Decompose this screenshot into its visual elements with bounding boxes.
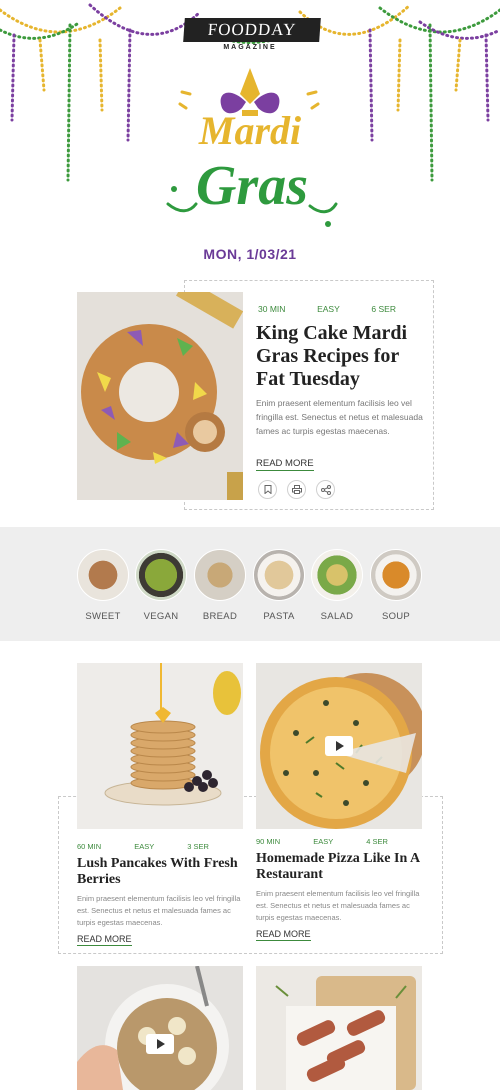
card-title[interactable]: Homemade Pizza Like In A Restaurant — [256, 851, 422, 883]
meta-servings: 4 SER — [366, 837, 388, 846]
category-label: SWEET — [85, 611, 121, 622]
share-icon[interactable] — [316, 480, 335, 499]
card-meta: 90 MIN EASY 4 SER — [256, 837, 388, 846]
category-soup[interactable]: SOUP — [370, 549, 422, 622]
category-label: BREAD — [202, 611, 238, 622]
mardi-gras-logo: Mardi Gras — [166, 68, 338, 227]
meta-level: EASY — [134, 842, 155, 851]
feature-description: Enim praesent elementum facilisis leo ve… — [256, 398, 423, 436]
oatmeal-image — [77, 965, 243, 1090]
category-label: VEGAN — [143, 611, 179, 622]
category-thumb — [135, 549, 187, 601]
meta-servings: 3 SER — [187, 842, 209, 851]
category-thumb — [370, 549, 422, 601]
category-sweet[interactable]: SWEET — [77, 549, 129, 622]
skewers-image[interactable] — [256, 966, 422, 1090]
card-title[interactable]: Lush Pancakes With Fresh Berries — [77, 856, 243, 888]
meta-time: 30 MIN — [258, 304, 286, 314]
play-icon — [336, 741, 344, 751]
category-bar: SWEET VEGAN BREAD PASTA SALAD SOUP — [0, 527, 500, 641]
oatmeal-image-container[interactable] — [77, 965, 243, 1090]
recipe-card: 60 MIN EASY 3 SER Lush Pancakes With Fre… — [77, 663, 243, 947]
print-icon[interactable] — [287, 480, 306, 499]
bookmark-icon[interactable] — [258, 480, 277, 499]
feature-title[interactable]: King Cake Mardi Gras Recipes for Fat Tue… — [256, 322, 426, 391]
recipe-card: 90 MIN EASY 4 SER Homemade Pizza Like In… — [256, 663, 426, 942]
feature-meta: 30 MIN EASY 6 SER — [258, 304, 396, 314]
king-cake-image[interactable] — [77, 292, 243, 500]
category-bread[interactable]: BREAD — [194, 549, 246, 622]
pizza-image-container[interactable] — [256, 663, 426, 829]
meta-time: 60 MIN — [77, 842, 102, 851]
category-thumb — [253, 549, 305, 601]
card-read-more-link[interactable]: READ MORE — [77, 934, 132, 946]
feature-article: 30 MIN EASY 6 SER King Cake Mardi Gras R… — [0, 280, 500, 528]
card-description: Enim praesent elementum facilisis leo ve… — [256, 889, 420, 922]
newsletter-page: { "brand": { "name": "FOODDAY", "sub": "… — [0, 0, 500, 1090]
feature-read-more-link[interactable]: READ MORE — [256, 458, 314, 471]
category-pasta[interactable]: PASTA — [253, 549, 305, 622]
card-description: Enim praesent elementum facilisis leo ve… — [77, 894, 241, 927]
meta-servings: 6 SER — [371, 304, 396, 314]
category-thumb — [311, 549, 363, 601]
category-label: SOUP — [381, 611, 411, 622]
feature-actions — [258, 480, 335, 499]
meta-time: 90 MIN — [256, 837, 281, 846]
category-thumb — [194, 549, 246, 601]
category-label: SALAD — [320, 611, 354, 622]
category-label: PASTA — [263, 611, 295, 622]
brand-subtitle: MAGAZINE — [223, 44, 277, 51]
card-read-more-link[interactable]: READ MORE — [256, 929, 311, 941]
play-video-button[interactable] — [325, 736, 353, 756]
card-meta: 60 MIN EASY 3 SER — [77, 842, 209, 851]
pancakes-image[interactable] — [77, 663, 243, 829]
meta-level: EASY — [317, 304, 340, 314]
category-thumb — [77, 549, 129, 601]
play-icon — [157, 1039, 165, 1049]
issue-date: MON, 1/03/21 — [203, 246, 297, 262]
meta-level: EASY — [313, 837, 334, 846]
category-salad[interactable]: SALAD — [311, 549, 363, 622]
category-vegan[interactable]: VEGAN — [135, 549, 187, 622]
brand-logo[interactable]: FOODDAY — [183, 18, 321, 42]
logo-gras: Gras — [196, 155, 308, 217]
play-video-button[interactable] — [146, 1034, 174, 1054]
header: FOODDAY MAGAZINE Mardi Gras MON, 1/03/21 — [0, 0, 500, 290]
logo-mardi: Mardi — [198, 108, 301, 153]
